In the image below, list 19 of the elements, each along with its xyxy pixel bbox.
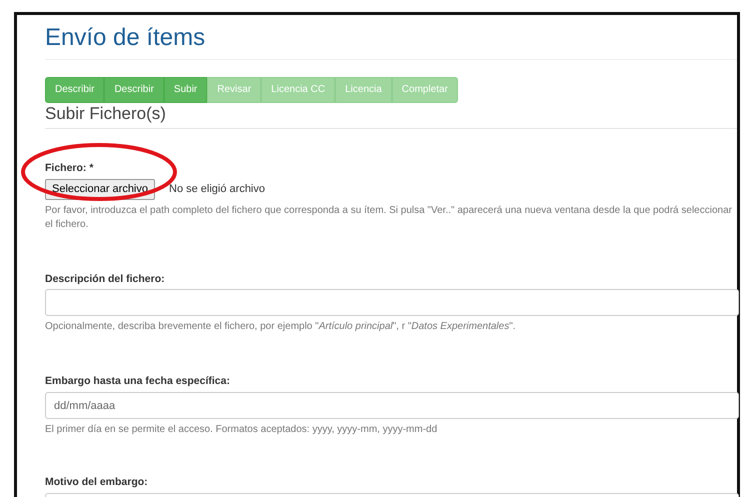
field-label: Descripción del fichero: bbox=[45, 272, 166, 286]
help-text: Por favor, introduzca el path completo del fichero que corresponda a su ítem. Si pulsa "Ver.." aparecerá una nueva ventana desde la que podrá seleccionar el fichero. bbox=[45, 204, 733, 232]
page-title: Envío de ítems bbox=[45, 21, 737, 60]
progress-step[interactable]: Describir bbox=[104, 77, 164, 103]
progress-step[interactable]: Completar bbox=[392, 77, 458, 103]
help-text: Opcionalmente, describa brevemente el fichero, por ejemplo "Artículo principal", r "Datos Experimentales". bbox=[45, 320, 517, 334]
progress-step[interactable]: Licencia bbox=[335, 77, 392, 103]
progress-step[interactable]: Describir bbox=[45, 77, 104, 103]
field-label: Fichero: * bbox=[45, 161, 94, 176]
progress-step[interactable]: Subir bbox=[164, 77, 208, 103]
progress-step[interactable]: Licencia CC bbox=[261, 77, 336, 103]
file-status: No se eligió archivo bbox=[169, 182, 265, 197]
field-label: Motivo del embargo: bbox=[45, 475, 149, 490]
text-field[interactable] bbox=[45, 289, 739, 316]
date-field[interactable]: dd/mm/aaaa bbox=[45, 392, 739, 419]
field-label: Embargo hasta una fecha específica: bbox=[45, 374, 231, 390]
help-text: El primer día en se permite el acceso. Formatos aceptados: yyyy, yyyy-mm, yyyy-mm-dd bbox=[45, 423, 438, 437]
progress-step[interactable]: Revisar bbox=[207, 77, 262, 103]
section-title: Subir Fichero(s) bbox=[45, 103, 737, 129]
